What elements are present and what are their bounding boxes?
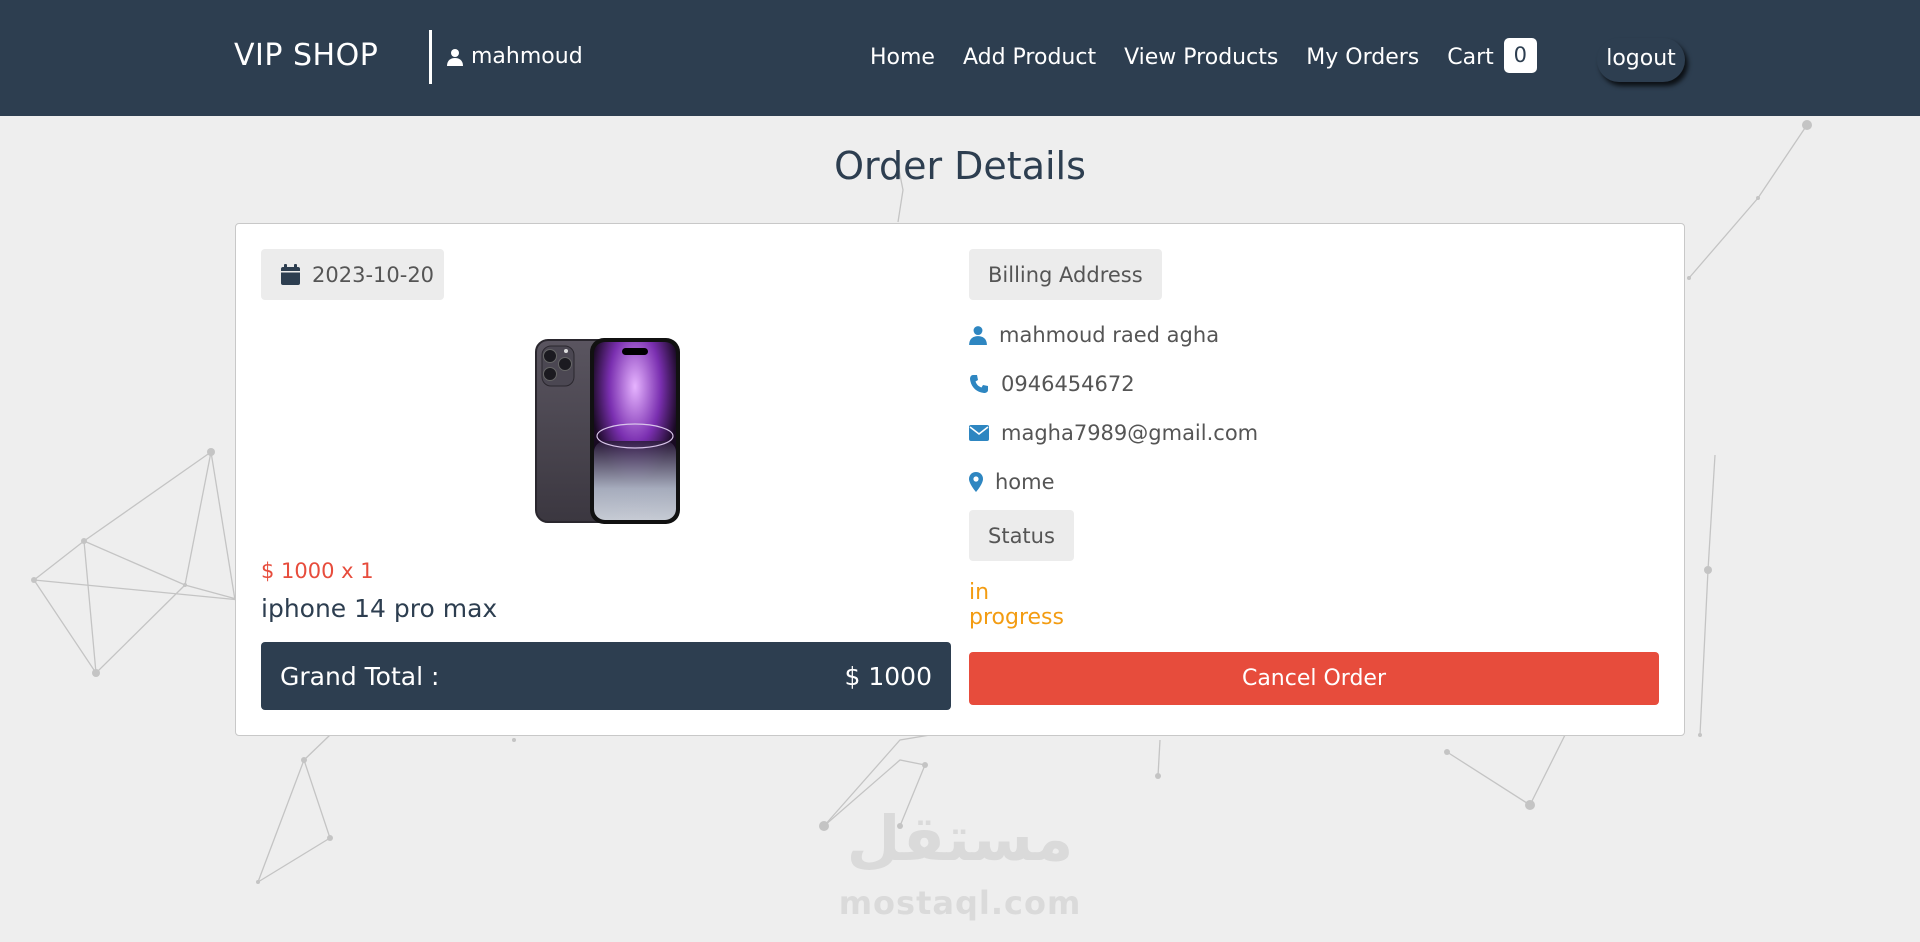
cancel-order-button[interactable]: Cancel Order xyxy=(969,652,1659,705)
brand-logo[interactable]: VIP SHOP xyxy=(234,38,378,73)
nav-link-cart[interactable]: Cart 0 xyxy=(1447,38,1537,73)
nav-link-add-product[interactable]: Add Product xyxy=(963,45,1096,70)
logout-button[interactable]: logout xyxy=(1597,38,1685,82)
phone-icon xyxy=(970,375,988,393)
billing-address-label: Billing Address xyxy=(969,249,1162,300)
order-date: 2023-10-20 xyxy=(312,262,435,287)
top-navbar: VIP SHOP mahmoud Home Add Product View P… xyxy=(0,0,1920,116)
product-name: iphone 14 pro max xyxy=(261,594,498,623)
nav-link-home[interactable]: Home xyxy=(870,45,935,70)
product-image xyxy=(535,338,680,524)
billing-name-row: mahmoud raed agha xyxy=(969,323,1219,347)
nav-links: Home Add Product View Products My Orders… xyxy=(870,38,1565,73)
watermark-latin: mostaql.com xyxy=(838,884,1082,922)
grand-total-value: $ 1000 xyxy=(844,661,932,691)
cart-count-badge: 0 xyxy=(1503,38,1537,73)
price-quantity: $ 1000 x 1 xyxy=(261,559,374,583)
user-icon xyxy=(969,326,987,345)
watermark-arabic: مستقل xyxy=(846,802,1074,875)
page-title: Order Details xyxy=(834,144,1086,188)
billing-address: home xyxy=(995,470,1055,494)
order-details-card: 2023-10-20 $ 1000 x 1 iphone 14 pro max … xyxy=(235,223,1685,736)
grand-total-label: Grand Total : xyxy=(280,661,440,691)
billing-phone: 0946454672 xyxy=(1001,372,1135,396)
billing-email: magha7989@gmail.com xyxy=(1001,421,1259,445)
billing-name: mahmoud raed agha xyxy=(999,323,1220,347)
status-label: Status xyxy=(969,510,1074,561)
envelope-icon xyxy=(969,425,989,441)
nav-link-my-orders[interactable]: My Orders xyxy=(1306,45,1419,70)
current-user: mahmoud xyxy=(447,44,583,69)
user-icon xyxy=(447,48,463,66)
billing-phone-row: 0946454672 xyxy=(969,372,1135,396)
cart-label: Cart xyxy=(1447,45,1494,70)
billing-address-row: home xyxy=(969,470,1055,494)
order-status: in progress xyxy=(969,580,1064,630)
nav-link-view-products[interactable]: View Products xyxy=(1124,45,1278,70)
username-label: mahmoud xyxy=(471,44,583,69)
map-marker-icon xyxy=(969,472,983,492)
calendar-icon xyxy=(281,264,300,285)
grand-total-bar: Grand Total : $ 1000 xyxy=(261,642,951,710)
brand-divider xyxy=(429,30,432,84)
billing-email-row: magha7989@gmail.com xyxy=(969,421,1258,445)
order-date-pill: 2023-10-20 xyxy=(261,249,444,300)
